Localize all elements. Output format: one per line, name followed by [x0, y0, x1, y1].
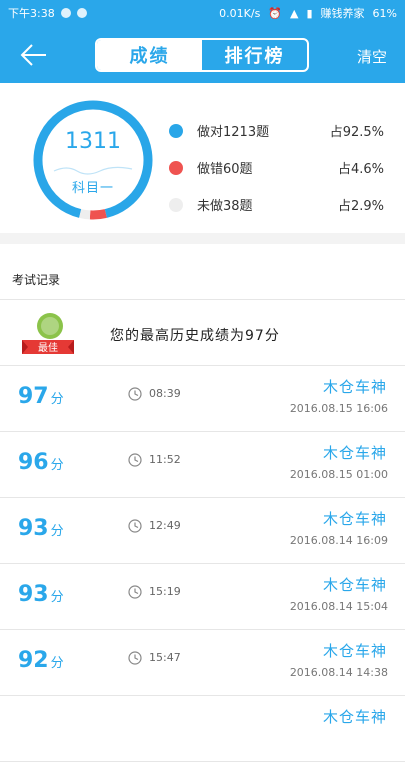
legend-item-wrong: 做错60题 占4.6% [169, 149, 384, 186]
signal-icon: ▮ [306, 6, 313, 20]
score-unit: 分 [50, 590, 64, 605]
alarm-icon: ⏰ [268, 6, 283, 20]
best-score-text: 您的最高历史成绩为97分 [110, 328, 280, 344]
legend-label: 未做38题 [197, 199, 253, 214]
list-item[interactable]: 96 分 11:52 木仓车神 2016.08.15 01:00 [0, 432, 405, 498]
legend-label: 做对1213题 [197, 125, 270, 140]
back-button[interactable] [18, 40, 52, 70]
legend-dot [169, 160, 183, 175]
subject-label: 科目一 [71, 181, 114, 196]
list-item[interactable]: 97 分 08:39 木仓车神 2016.08.15 16:06 [0, 366, 405, 432]
status-bar: 下午3:38 0.01K/s ⏰ ▲ ▮ 赚钱养家 61% [0, 0, 405, 26]
score-unit: 分 [50, 656, 64, 671]
duration: 11:52 [149, 453, 181, 466]
score: 97 分 [18, 384, 64, 409]
user-name: 木仓车神 [322, 708, 387, 726]
score: 96 分 [18, 450, 64, 475]
legend-percent: 占4.6% [337, 162, 384, 177]
duration: 15:47 [149, 651, 181, 664]
clock-icon [128, 453, 142, 467]
score-unit: 分 [50, 458, 64, 473]
datetime: 2016.08.14 16:09 [289, 534, 388, 547]
duration: 08:39 [149, 387, 181, 400]
donut-segment [89, 209, 107, 220]
score: 93 分 [18, 582, 64, 607]
legend-dot [169, 197, 183, 212]
legend-percent: 占2.9% [337, 199, 384, 214]
list-item[interactable]: 93 分 12:49 木仓车神 2016.08.14 16:09 [0, 498, 405, 564]
clock-icon [128, 387, 142, 401]
wifi-icon: ▲ [290, 6, 299, 20]
score-unit: 分 [50, 524, 64, 539]
status-time: 下午3:38 [8, 7, 55, 20]
total-count: 1311 [65, 129, 121, 154]
duration: 12:49 [149, 519, 181, 532]
user-name: 木仓车神 [322, 576, 387, 594]
clock-icon [128, 651, 142, 665]
datetime: 2016.08.15 01:00 [289, 468, 388, 481]
tab-score[interactable]: 成绩 [97, 40, 202, 70]
score-value: 97 [18, 384, 49, 409]
app-notification-icon [76, 8, 87, 18]
clock-icon [128, 585, 142, 599]
legend-item-undone: 未做38题 占2.9% [169, 186, 384, 223]
clear-button[interactable]: 清空 [357, 46, 387, 67]
notification-icon [60, 8, 71, 18]
user-name: 木仓车神 [322, 444, 387, 462]
tab-ranking[interactable]: 排行榜 [202, 40, 307, 70]
list-item[interactable]: 92 分 15:47 木仓车神 2016.08.14 14:38 [0, 630, 405, 696]
score: 92 分 [18, 648, 64, 673]
datetime: 2016.08.14 15:04 [289, 600, 388, 613]
donut-segment [33, 100, 153, 218]
summary-panel: 1311 科目一 做对1213题 占92.5% 做错60题 占4.6% 未做38… [0, 83, 405, 233]
score-value: 93 [18, 516, 49, 541]
records-heading: 考试记录 [12, 273, 61, 287]
carrier-name: 赚钱养家 [320, 7, 365, 20]
datetime: 2016.08.14 14:38 [289, 666, 388, 679]
donut-divider [53, 166, 133, 175]
duration: 15:19 [149, 585, 181, 598]
legend-item-correct: 做对1213题 占92.5% [169, 112, 384, 149]
records-header: 考试记录 [0, 244, 405, 300]
user-name: 木仓车神 [322, 510, 387, 528]
legend: 做对1213题 占92.5% 做错60题 占4.6% 未做38题 占2.9% [169, 112, 384, 223]
donut-chart [33, 100, 153, 220]
network-speed: 0.01K/s [219, 6, 261, 20]
title-bar: 成绩 排行榜 清空 [0, 26, 405, 83]
list-item[interactable]: 93 分 15:19 木仓车神 2016.08.14 15:04 [0, 564, 405, 630]
legend-dot [169, 123, 183, 138]
datetime: 2016.08.15 16:06 [289, 402, 388, 415]
best-badge-icon: 最佳 [22, 313, 74, 354]
score: 93 分 [18, 516, 64, 541]
score-value: 93 [18, 582, 49, 607]
battery-level: 61% [372, 6, 397, 20]
legend-label: 做错60题 [197, 162, 253, 177]
user-name: 木仓车神 [322, 378, 387, 396]
best-badge-text: 最佳 [38, 341, 58, 354]
list-item[interactable]: 木仓车神 [0, 696, 405, 762]
arrow-left-icon [20, 44, 46, 66]
best-score-row: 最佳 您的最高历史成绩为97分 [0, 300, 405, 366]
clock-icon [128, 519, 142, 533]
tab-switcher: 成绩 排行榜 [95, 38, 309, 72]
user-name: 木仓车神 [322, 642, 387, 660]
score-unit: 分 [50, 392, 64, 407]
donut-segment [79, 209, 91, 220]
records-list: 97 分 08:39 木仓车神 2016.08.15 16:06 96 分 11:5… [0, 366, 405, 762]
score-value: 92 [18, 648, 49, 673]
legend-percent: 占92.5% [329, 125, 384, 140]
score-value: 96 [18, 450, 49, 475]
